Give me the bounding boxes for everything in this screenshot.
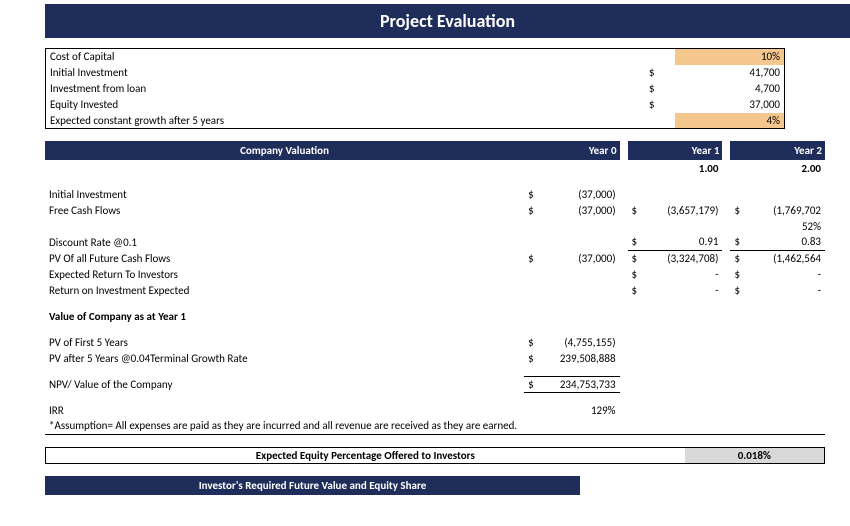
row-pct-y2: 52% [748,218,825,234]
row-pvfuture-label: PV Of all Future Cash Flows [45,250,524,266]
currency-symbol: $ [645,97,676,113]
row-pvfuture-y1: (3,324,708) [645,250,722,266]
growth-label: Expected constant growth after 5 years [46,113,645,129]
currency-symbol: $ [628,202,645,218]
equity-table: Expected Equity Percentage Offered to In… [45,447,825,464]
currency-symbol: $ [628,266,645,282]
currency-symbol: $ [524,186,541,202]
year2-head: Year 2 [748,141,825,160]
cost-of-capital-label: Cost of Capital [46,49,645,65]
investment-loan-label: Investment from loan [46,81,645,97]
growth-value: 4% [675,113,784,129]
investment-loan-value: 4,700 [675,81,784,97]
row-irr-label: IRR [45,402,524,418]
currency-symbol: $ [730,234,747,250]
equity-invested-label: Equity Invested [46,97,645,113]
currency-symbol: $ [524,250,541,266]
row-initial-investment-label: Initial Investment [45,186,524,202]
row-irr-y0: 129% [542,402,620,418]
equity-percentage-value: 0.018% [685,447,825,463]
currency-symbol: $ [524,202,541,218]
row-discount-y1: 0.91 [645,234,722,250]
year0-head: Year 0 [542,141,620,160]
page-title: Project Evaluation [45,4,850,38]
row-initial-investment-y0: (37,000) [542,186,620,202]
year2-num: 2.00 [748,160,825,176]
initial-investment-label: Initial Investment [46,65,645,81]
assumption-note: *Assumption= All expenses are paid as th… [45,418,825,434]
row-pvafter5-label: PV after 5 Years @0.04Terminal Growth Ra… [45,350,524,366]
row-fcf-y1: (3,657,179) [645,202,722,218]
currency-symbol: $ [730,282,747,298]
info-section: Cost of Capital 10% Initial Investment $… [45,48,850,129]
row-returninv-label: Expected Return To Investors [45,266,524,282]
row-fcf-y2: (1,769,702 [748,202,825,218]
valuation-header: Company Valuation [45,141,524,160]
currency-symbol: $ [524,376,541,392]
currency-symbol: $ [628,234,645,250]
row-returninv-y2: - [748,266,825,282]
row-pvafter5-y0: 239,508,888 [542,350,620,366]
currency-symbol: $ [645,65,676,81]
row-fcf-label: Free Cash Flows [45,202,524,218]
initial-investment-value: 41,700 [675,65,784,81]
row-npv-y0: 234,753,733 [542,376,620,392]
currency-symbol: $ [524,334,541,350]
row-returninv-y1: - [645,266,722,282]
row-discount-y2: 0.83 [748,234,825,250]
currency-symbol: $ [730,202,747,218]
row-fcf-y0: (37,000) [542,202,620,218]
currency-symbol: $ [628,282,645,298]
currency-symbol: $ [628,250,645,266]
equity-invested-value: 37,000 [675,97,784,113]
row-roi-y2: - [748,282,825,298]
row-pvfuture-y0: (37,000) [542,250,620,266]
cost-of-capital-value: 10% [675,49,784,65]
investor-future-value-header: Investor's Required Future Value and Equ… [45,476,580,495]
row-npv-label: NPV/ Value of the Company [45,376,524,392]
value-of-company-header: Value of Company as at Year 1 [45,308,524,324]
info-table: Cost of Capital 10% Initial Investment $… [45,48,785,129]
row-discount-label: Discount Rate @0.1 [45,234,524,250]
currency-symbol: $ [730,250,747,266]
row-pv5-label: PV of First 5 Years [45,334,524,350]
valuation-table: Company Valuation Year 0 Year 1 Year 2 1… [45,141,825,435]
equity-percentage-label: Expected Equity Percentage Offered to In… [46,447,685,463]
currency-symbol: $ [645,81,676,97]
row-pv5-y0: (4,755,155) [542,334,620,350]
currency-symbol: $ [524,350,541,366]
valuation-section: Company Valuation Year 0 Year 1 Year 2 1… [45,141,850,435]
row-pvfuture-y2: (1,462,564 [748,250,825,266]
currency-symbol: $ [730,266,747,282]
year1-num: 1.00 [645,160,722,176]
equity-section: Expected Equity Percentage Offered to In… [45,447,850,464]
row-roi-label: Return on Investment Expected [45,282,524,298]
year1-head: Year 1 [645,141,722,160]
row-roi-y1: - [645,282,722,298]
